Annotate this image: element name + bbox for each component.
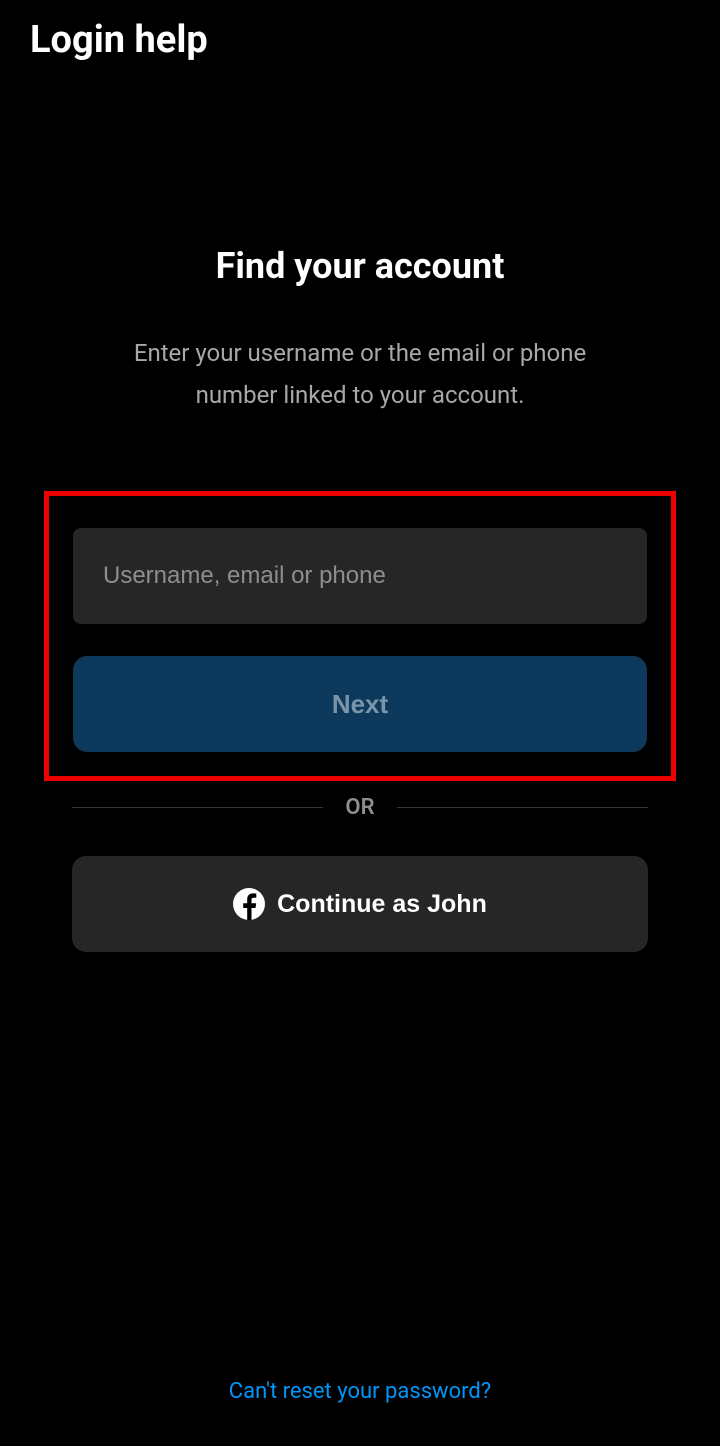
divider: OR — [72, 795, 648, 820]
page-title: Find your account — [216, 245, 505, 287]
cant-reset-password-link[interactable]: Can't reset your password? — [0, 1379, 720, 1404]
divider-line-left — [72, 807, 323, 808]
next-button[interactable]: Next — [73, 656, 647, 752]
highlighted-form-area: Next — [44, 491, 676, 781]
username-email-phone-input[interactable] — [73, 528, 647, 624]
continue-with-facebook-button[interactable]: Continue as John — [72, 856, 648, 952]
divider-text: OR — [323, 795, 396, 820]
facebook-icon — [233, 888, 265, 920]
facebook-button-label: Continue as John — [277, 890, 487, 919]
page-description: Enter your username or the email or phon… — [72, 332, 648, 416]
header-title: Login help — [0, 0, 720, 80]
divider-line-right — [397, 807, 648, 808]
main-content: Find your account Enter your username or… — [0, 80, 720, 952]
